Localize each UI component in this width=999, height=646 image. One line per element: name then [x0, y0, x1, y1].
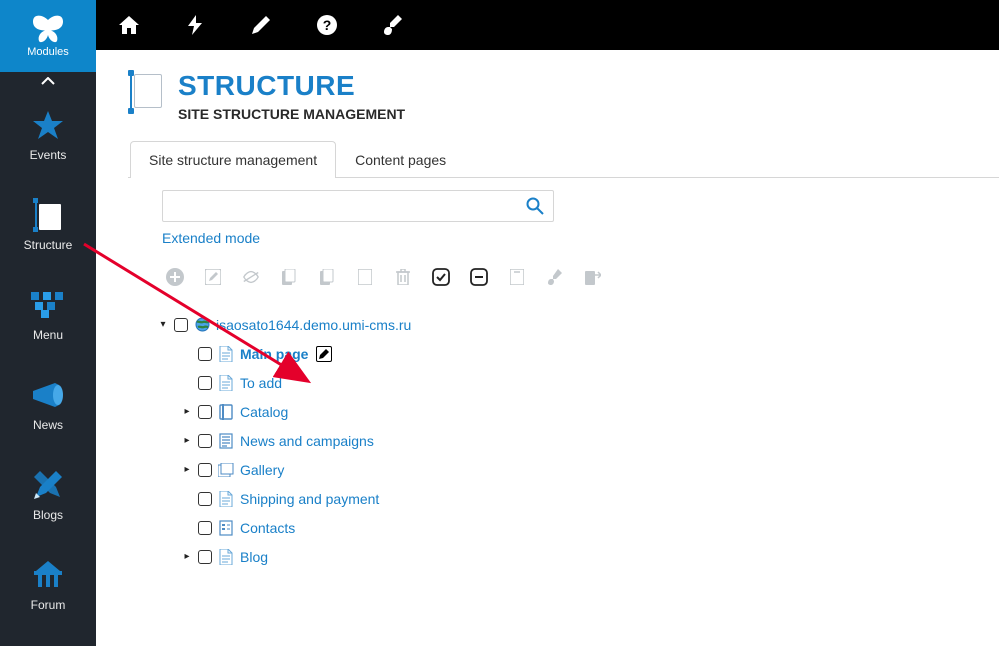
page-subtitle: SITE STRUCTURE MANAGEMENT	[178, 106, 405, 122]
tool-uncheck-icon[interactable]	[470, 268, 488, 286]
star-icon	[32, 108, 64, 142]
sidebar-collapse[interactable]	[0, 72, 96, 90]
sidebar-item-label: Menu	[33, 328, 63, 342]
toolbar	[166, 268, 967, 286]
tree-row: ▸ Blog	[158, 542, 967, 571]
tree-row: ▸ Gallery	[158, 455, 967, 484]
sidebar-item-blogs[interactable]: Blogs	[0, 450, 96, 540]
search-wrap	[162, 190, 554, 222]
bolt-icon[interactable]	[162, 0, 228, 50]
tree-node-label[interactable]: Blog	[240, 549, 268, 565]
tree-expand-arrow[interactable]: ▸	[182, 464, 192, 475]
structure-icon	[33, 198, 63, 232]
tree-node-label[interactable]: Main page	[240, 346, 308, 362]
tree-checkbox[interactable]	[198, 347, 212, 361]
sidebar-modules[interactable]: Modules	[0, 0, 96, 72]
globe-icon	[194, 317, 210, 333]
brush-icon[interactable]	[360, 0, 426, 50]
tabs: Site structure management Content pages	[128, 140, 999, 178]
tool-visibility-icon[interactable]	[242, 268, 260, 286]
tree-checkbox[interactable]	[198, 492, 212, 506]
forum-icon	[32, 558, 64, 592]
form-icon	[218, 520, 234, 536]
tree-row: ▸ Catalog	[158, 397, 967, 426]
tool-export-icon[interactable]	[584, 268, 602, 286]
tool-template-icon[interactable]	[508, 268, 526, 286]
edit-icon[interactable]	[316, 346, 332, 362]
tree-root-label[interactable]: isaosato1644.demo.umi-cms.ru	[216, 317, 411, 333]
tree-node-label[interactable]: News and campaigns	[240, 433, 374, 449]
tree-expand-arrow[interactable]: ▸	[182, 551, 192, 562]
tree-row: Main page	[158, 339, 967, 368]
page-title: STRUCTURE	[178, 70, 405, 102]
tree: ▾ isaosato1644.demo.umi-cms.ru Main page…	[158, 310, 967, 571]
tree-root-row: ▾ isaosato1644.demo.umi-cms.ru	[158, 310, 967, 339]
tool-add-icon[interactable]	[166, 268, 184, 286]
sidebar-item-label: Forum	[31, 598, 66, 612]
tool-copy2-icon[interactable]	[318, 268, 336, 286]
tree-checkbox[interactable]	[198, 463, 212, 477]
sidebar-item-label: News	[33, 418, 63, 432]
sidebar-item-label: Structure	[24, 238, 73, 252]
page-header: STRUCTURE SITE STRUCTURE MANAGEMENT	[96, 50, 999, 122]
megaphone-icon	[31, 378, 65, 412]
tree-node-label[interactable]: To add	[240, 375, 282, 391]
page-icon	[218, 491, 234, 507]
tree-checkbox[interactable]	[174, 318, 188, 332]
structure-page-icon	[128, 70, 164, 114]
page-icon	[218, 375, 234, 391]
tool-check-icon[interactable]	[432, 268, 450, 286]
tool-edit-icon[interactable]	[204, 268, 222, 286]
tab-site-structure[interactable]: Site structure management	[130, 141, 336, 178]
content: Extended mode ▾ isaosato1644.demo.umi-cm…	[128, 190, 967, 571]
pencils-icon	[32, 468, 64, 502]
tree-node-label[interactable]: Gallery	[240, 462, 284, 478]
news-icon	[218, 433, 234, 449]
tree-checkbox[interactable]	[198, 405, 212, 419]
search-input[interactable]	[162, 190, 554, 222]
tool-trash-icon[interactable]	[394, 268, 412, 286]
tree-node-label[interactable]: Catalog	[240, 404, 288, 420]
sidebar: Modules Events Structure Menu News Blogs	[0, 0, 96, 646]
extended-mode-link[interactable]: Extended mode	[162, 230, 967, 246]
tree-checkbox[interactable]	[198, 376, 212, 390]
tree-row: ▸ News and campaigns	[158, 426, 967, 455]
tree-checkbox[interactable]	[198, 434, 212, 448]
tree-node-label[interactable]: Shipping and payment	[240, 491, 379, 507]
sidebar-item-events[interactable]: Events	[0, 90, 96, 180]
sidebar-item-menu[interactable]: Menu	[0, 270, 96, 360]
sidebar-item-label: Blogs	[33, 508, 63, 522]
chevron-up-icon	[41, 77, 55, 85]
butterfly-icon	[30, 14, 66, 44]
tree-node-label[interactable]: Contacts	[240, 520, 295, 536]
menu-icon	[31, 288, 65, 322]
page-icon	[218, 549, 234, 565]
tree-checkbox[interactable]	[198, 550, 212, 564]
tree-row: Contacts	[158, 513, 967, 542]
pen-icon[interactable]	[228, 0, 294, 50]
sidebar-item-forum[interactable]: Forum	[0, 540, 96, 630]
sidebar-item-news[interactable]: News	[0, 360, 96, 450]
search-icon[interactable]	[526, 197, 544, 215]
tree-expand-arrow[interactable]: ▾	[158, 319, 168, 330]
page-icon	[218, 346, 234, 362]
tool-copy-icon[interactable]	[280, 268, 298, 286]
tree-checkbox[interactable]	[198, 521, 212, 535]
tree-expand-arrow[interactable]: ▸	[182, 406, 192, 417]
sidebar-item-label: Events	[30, 148, 67, 162]
sidebar-modules-label: Modules	[27, 46, 69, 58]
sidebar-item-structure[interactable]: Structure	[0, 180, 96, 270]
tree-expand-arrow[interactable]: ▸	[182, 435, 192, 446]
gallery-icon	[218, 462, 234, 478]
tree-row: To add	[158, 368, 967, 397]
catalog-icon	[218, 404, 234, 420]
help-icon[interactable]: ?	[294, 0, 360, 50]
svg-text:?: ?	[323, 17, 332, 33]
tool-brush-icon[interactable]	[546, 268, 564, 286]
tool-doc-icon[interactable]	[356, 268, 374, 286]
topbar: ?	[96, 0, 999, 50]
tab-content-pages[interactable]: Content pages	[336, 141, 465, 178]
tree-row: Shipping and payment	[158, 484, 967, 513]
home-icon[interactable]	[96, 0, 162, 50]
